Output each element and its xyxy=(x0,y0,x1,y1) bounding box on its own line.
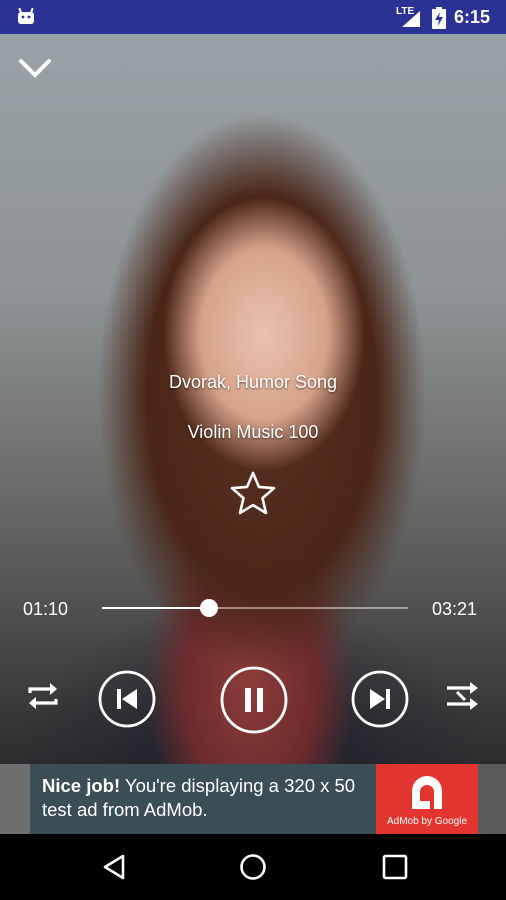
chevron-down-icon[interactable] xyxy=(18,56,52,85)
back-icon[interactable] xyxy=(102,854,126,885)
ad-margin-right xyxy=(478,764,506,834)
skip-next-icon[interactable] xyxy=(351,670,409,733)
shuffle-icon[interactable] xyxy=(444,679,482,718)
navigation-bar xyxy=(0,834,506,900)
android-icon xyxy=(16,6,36,31)
ad-margin-left xyxy=(0,764,30,834)
status-clock: 6:15 xyxy=(454,7,491,27)
battery-charging-icon xyxy=(432,7,446,34)
ad-headline: Nice job! xyxy=(42,775,121,796)
admob-brand-label: AdMob by Google xyxy=(386,816,468,827)
now-playing-screen: Dvorak, Humor Song Violin Music 100 01:1… xyxy=(0,34,506,764)
seek-bar-thumb[interactable] xyxy=(200,599,219,617)
signal-icon xyxy=(400,10,422,33)
star-icon[interactable] xyxy=(229,469,277,522)
song-title: Dvorak, Humor Song xyxy=(168,372,338,392)
skip-previous-icon[interactable] xyxy=(98,670,156,733)
total-time: 03:21 xyxy=(432,599,478,619)
pause-icon[interactable] xyxy=(220,666,288,739)
status-bar: LTE 6:15 xyxy=(0,0,506,34)
repeat-icon[interactable] xyxy=(24,679,62,718)
ad-banner[interactable]: Nice job! You're displaying a 320 x 50 t… xyxy=(30,764,478,834)
seek-bar[interactable] xyxy=(102,599,408,617)
elapsed-time: 01:10 xyxy=(23,599,69,619)
seek-bar-fill xyxy=(102,607,210,609)
home-icon[interactable] xyxy=(239,853,267,886)
admob-logo: AdMob by Google xyxy=(376,764,478,834)
admob-icon xyxy=(406,771,448,818)
album-title: Violin Music 100 xyxy=(187,422,319,442)
recents-icon[interactable] xyxy=(382,854,408,885)
ad-text: Nice job! You're displaying a 320 x 50 t… xyxy=(42,774,372,822)
